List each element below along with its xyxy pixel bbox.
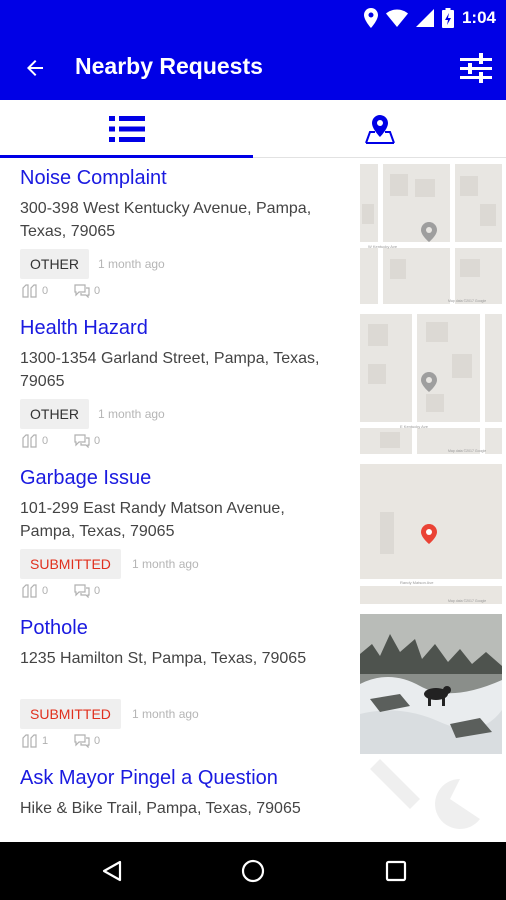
wrench-watermark-icon — [370, 759, 480, 829]
comment-icon — [74, 434, 90, 448]
comment-count[interactable]: 0 — [74, 434, 100, 448]
comment-count[interactable]: 0 — [74, 284, 100, 298]
map-attribution: Map data ©2017 Google — [448, 299, 486, 303]
request-title[interactable]: Noise Complaint — [20, 167, 167, 190]
map-thumbnail-image: W Kentucky Ave Map data ©2017 Google — [360, 164, 502, 304]
request-time: 1 month ago — [98, 407, 165, 421]
request-address: 1235 Hamilton St, Pampa, Texas, 79065 — [20, 650, 307, 667]
comment-count-value: 0 — [94, 435, 101, 447]
vote-count-value: 1 — [42, 735, 49, 747]
map-thumbnail[interactable]: W Kentucky Ave Map data ©2017 Google — [360, 164, 502, 304]
vote-icon — [22, 434, 37, 448]
comment-count[interactable]: 0 — [74, 584, 100, 598]
map-marker-icon — [364, 115, 395, 144]
map-thumbnail-image: E Kentucky Ave Map data ©2017 Google — [360, 314, 502, 454]
status-badge: SUBMITTED — [20, 699, 121, 729]
vote-count[interactable]: 1 — [22, 734, 48, 748]
filter-button[interactable] — [456, 50, 496, 86]
map-street-label: E Kentucky Ave — [400, 424, 429, 429]
system-nav-bar — [0, 842, 506, 900]
view-tabs — [0, 100, 506, 158]
map-street-label: Randy Matson Ave — [400, 580, 434, 585]
status-badge: OTHER — [20, 399, 89, 429]
pothole-photo — [360, 614, 502, 754]
comment-count-value: 0 — [94, 285, 101, 297]
status-bar: 1:04 — [0, 0, 506, 36]
request-address: Hike & Bike Trail, Pampa, Texas, 79065 — [20, 800, 301, 817]
sliders-icon — [460, 53, 492, 83]
battery-charging-icon — [441, 8, 454, 28]
request-item[interactable]: Garbage Issue 101-299 East Randy Matson … — [0, 459, 506, 609]
request-list: Noise Complaint 300-398 West Kentucky Av… — [0, 159, 506, 841]
vote-count[interactable]: 0 — [22, 584, 48, 598]
nav-back-button[interactable] — [82, 842, 142, 900]
back-triangle-icon — [102, 860, 122, 882]
arrow-left-icon — [27, 60, 43, 76]
vote-count-value: 0 — [42, 435, 49, 447]
tab-list[interactable] — [0, 100, 253, 158]
request-item[interactable]: Noise Complaint 300-398 West Kentucky Av… — [0, 159, 506, 309]
request-title[interactable]: Garbage Issue — [20, 467, 151, 490]
location-icon — [363, 8, 378, 28]
map-attribution: Map data ©2017 Google — [448, 449, 486, 453]
map-thumbnail-image: Randy Matson Ave Map data ©2017 Google — [360, 464, 502, 604]
wifi-icon — [385, 9, 408, 27]
list-icon — [108, 116, 145, 142]
status-time: 1:04 — [461, 8, 496, 27]
back-button[interactable] — [16, 50, 54, 86]
comment-count-value: 0 — [94, 735, 101, 747]
vote-count[interactable]: 0 — [22, 434, 48, 448]
vote-count-value: 0 — [42, 285, 49, 297]
comment-icon — [74, 284, 90, 298]
request-address: 300-398 West Kentucky Avenue, Pampa, Tex… — [20, 200, 312, 240]
map-street-label: W Kentucky Ave — [368, 244, 398, 249]
vote-icon — [22, 734, 37, 748]
tab-map[interactable] — [253, 100, 506, 158]
request-address: 101-299 East Randy Matson Avenue, Pampa,… — [20, 500, 285, 540]
request-title[interactable]: Ask Mayor Pingel a Question — [20, 767, 278, 790]
home-circle-icon — [241, 859, 265, 883]
request-title[interactable]: Health Hazard — [20, 317, 148, 340]
map-thumbnail[interactable]: Randy Matson Ave Map data ©2017 Google — [360, 464, 502, 604]
request-time: 1 month ago — [98, 257, 165, 271]
request-item[interactable]: Pothole 1235 Hamilton St, Pampa, Texas, … — [0, 609, 506, 759]
request-title[interactable]: Pothole — [20, 617, 88, 640]
page-title: Nearby Requests — [75, 53, 263, 79]
comment-count-value: 0 — [94, 585, 101, 597]
status-badge: OTHER — [20, 249, 89, 279]
status-icons: 1:04 — [363, 6, 496, 30]
comment-icon — [74, 584, 90, 598]
vote-count-value: 0 — [42, 585, 49, 597]
request-time: 1 month ago — [132, 707, 199, 721]
nav-home-button[interactable] — [223, 842, 283, 900]
status-badge: SUBMITTED — [20, 549, 121, 579]
vote-count[interactable]: 0 — [22, 284, 48, 298]
comment-icon — [74, 734, 90, 748]
recents-square-icon — [385, 860, 407, 882]
vote-icon — [22, 584, 37, 598]
map-attribution: Map data ©2017 Google — [448, 599, 486, 603]
signal-icon — [415, 9, 434, 27]
request-address: 1300-1354 Garland Street, Pampa, Texas, … — [20, 350, 320, 390]
photo-thumbnail[interactable] — [360, 614, 502, 754]
nav-recents-button[interactable] — [366, 842, 426, 900]
map-thumbnail[interactable]: E Kentucky Ave Map data ©2017 Google — [360, 314, 502, 454]
request-time: 1 month ago — [132, 557, 199, 571]
comment-count[interactable]: 0 — [74, 734, 100, 748]
tab-indicator — [0, 155, 253, 158]
vote-icon — [22, 284, 37, 298]
app-bar: Nearby Requests — [0, 36, 506, 100]
request-item[interactable]: Health Hazard 1300-1354 Garland Street, … — [0, 309, 506, 459]
